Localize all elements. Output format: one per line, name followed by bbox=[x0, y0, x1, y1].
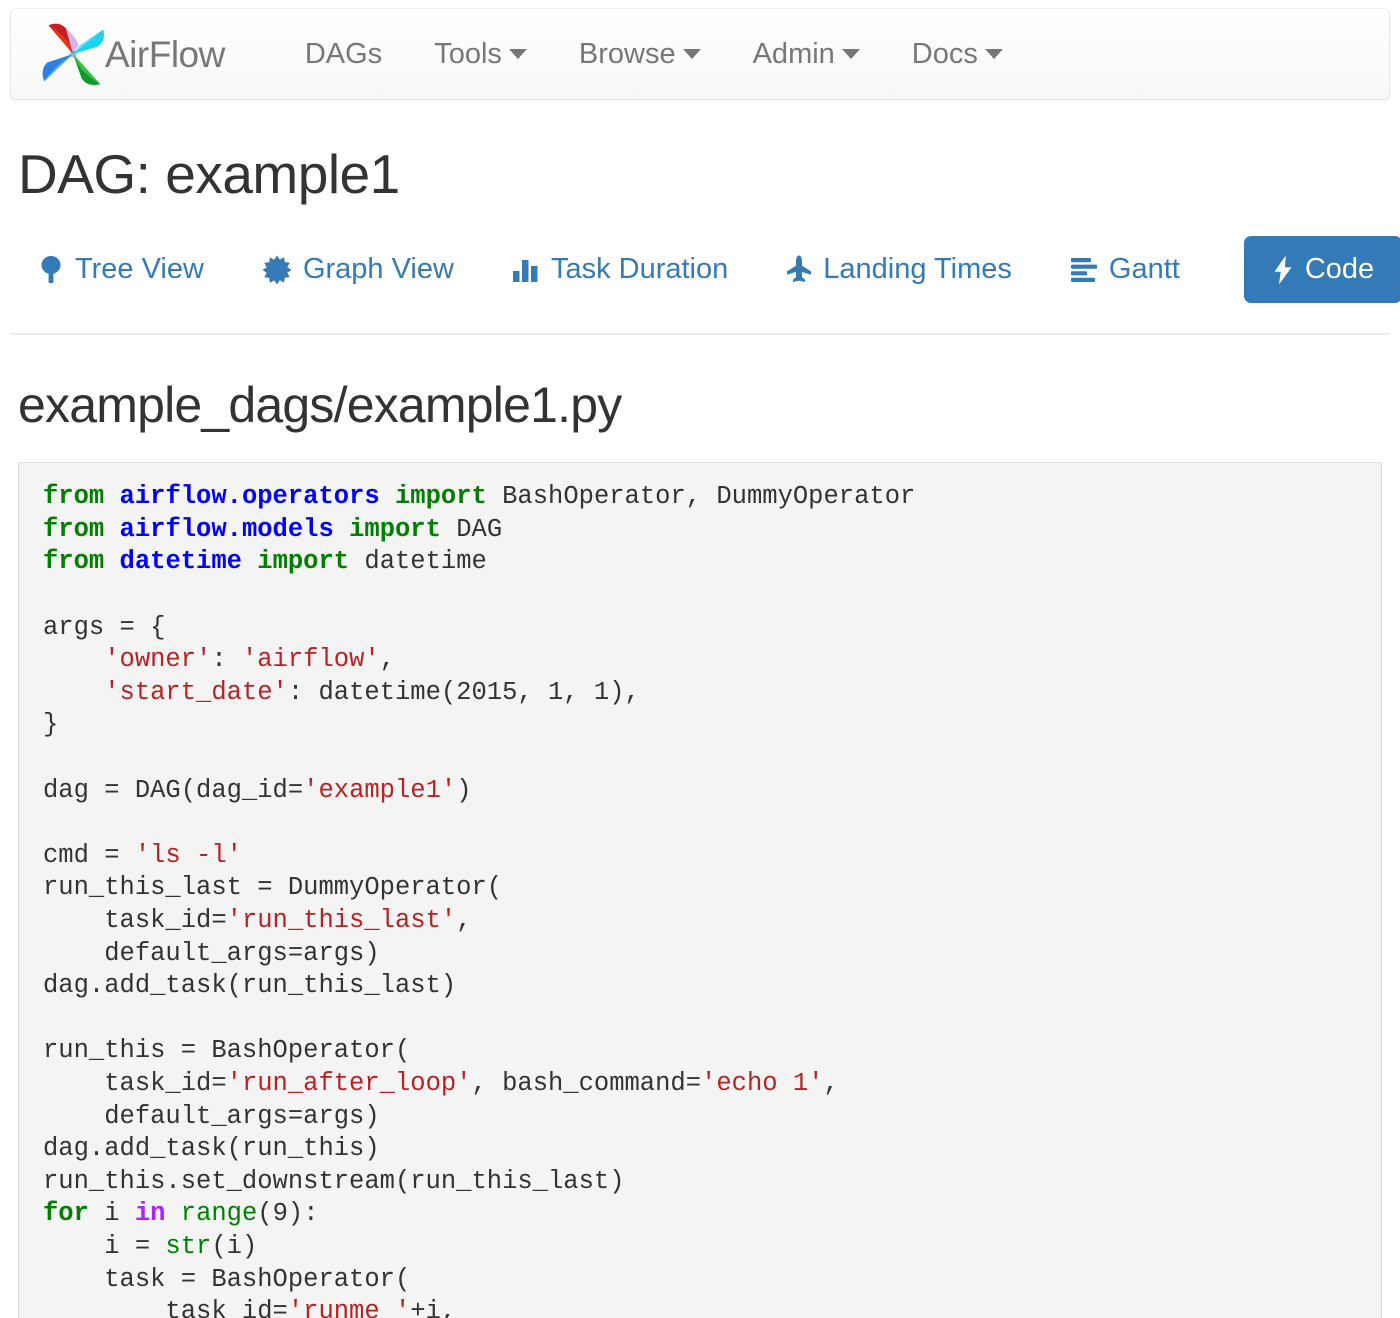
tab-graph-view[interactable]: Graph View bbox=[262, 253, 482, 286]
starburst-icon bbox=[262, 255, 292, 285]
caret-down-icon bbox=[842, 49, 860, 59]
tab-label: Task Duration bbox=[551, 253, 728, 286]
brand-home-link[interactable]: AirFlow bbox=[11, 17, 229, 91]
tab-landing-times[interactable]: Landing Times bbox=[786, 253, 1040, 286]
main-container: DAG: example1 Tree View Graph View bbox=[0, 146, 1400, 1318]
code-block-container: from airflow.operators import BashOperat… bbox=[18, 462, 1382, 1318]
nav-item-label: Tools bbox=[434, 38, 502, 71]
nav-item-admin[interactable]: Admin bbox=[727, 38, 886, 71]
nav-item-label: Browse bbox=[579, 38, 676, 71]
tab-label: Code bbox=[1305, 253, 1374, 286]
tree-icon bbox=[38, 255, 64, 285]
section-divider bbox=[10, 333, 1390, 335]
caret-down-icon bbox=[985, 49, 1003, 59]
tab-label: Graph View bbox=[303, 253, 454, 286]
source-code-content: from airflow.operators import BashOperat… bbox=[43, 482, 915, 1318]
plane-icon bbox=[786, 255, 812, 285]
lightning-bolt-icon bbox=[1272, 255, 1294, 285]
top-navbar: AirFlow DAGs Tools Browse Admin Docs bbox=[10, 8, 1390, 100]
nav-item-browse[interactable]: Browse bbox=[553, 38, 727, 71]
caret-down-icon bbox=[509, 49, 527, 59]
code-file-title: example_dags/example1.py bbox=[18, 379, 1390, 432]
brand-label: AirFlow bbox=[105, 36, 225, 73]
nav-item-dags[interactable]: DAGs bbox=[279, 38, 408, 71]
tab-code[interactable]: Code bbox=[1244, 236, 1400, 303]
tab-label: Tree View bbox=[75, 253, 204, 286]
caret-down-icon bbox=[683, 49, 701, 59]
tab-label: Gantt bbox=[1109, 253, 1180, 286]
airflow-pinwheel-logo bbox=[37, 17, 109, 91]
tab-label: Landing Times bbox=[823, 253, 1012, 286]
tab-tree-view[interactable]: Tree View bbox=[38, 253, 232, 286]
navbar-links: DAGs Tools Browse Admin Docs bbox=[279, 38, 1029, 71]
nav-item-tools[interactable]: Tools bbox=[408, 38, 553, 71]
bar-chart-icon bbox=[512, 256, 540, 284]
align-left-icon bbox=[1070, 257, 1098, 283]
nav-item-label: DAGs bbox=[305, 38, 382, 71]
tab-gantt[interactable]: Gantt bbox=[1070, 253, 1208, 286]
nav-item-label: Docs bbox=[912, 38, 978, 71]
page-title: DAG: example1 bbox=[18, 146, 1390, 204]
nav-item-label: Admin bbox=[753, 38, 835, 71]
source-code: from airflow.operators import BashOperat… bbox=[43, 480, 1381, 1318]
nav-item-docs[interactable]: Docs bbox=[886, 38, 1029, 71]
tab-task-duration[interactable]: Task Duration bbox=[512, 253, 756, 286]
dag-view-tabs: Tree View Graph View Task Duration bbox=[38, 234, 1390, 306]
